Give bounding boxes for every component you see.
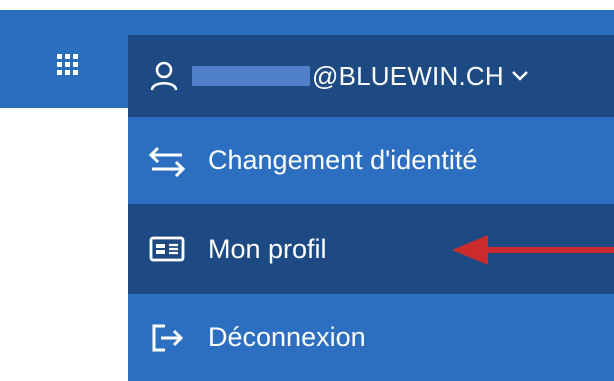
switch-arrows-icon — [148, 146, 186, 177]
user-icon — [150, 61, 178, 91]
annotation-arrow-icon — [452, 235, 614, 265]
menu-item-label: Mon profil — [208, 233, 327, 264]
menu-item-switch-identity[interactable]: Changement d'identité — [128, 117, 614, 204]
grid-icon[interactable] — [57, 54, 79, 76]
id-card-icon — [149, 236, 185, 262]
menu-item-logout[interactable]: Déconnexion — [128, 294, 614, 381]
account-email-visible: @BLUEWIN.CH — [312, 60, 504, 91]
account-menu-button[interactable]: @BLUEWIN.CH — [128, 35, 614, 117]
menu-item-label: Changement d'identité — [208, 145, 478, 175]
menu-item-label: Déconnexion — [208, 322, 366, 352]
account-email: @BLUEWIN.CH — [192, 61, 504, 92]
logout-icon — [152, 324, 184, 351]
redacted-text — [192, 66, 310, 86]
top-border — [0, 0, 614, 10]
chevron-down-icon — [511, 71, 528, 81]
